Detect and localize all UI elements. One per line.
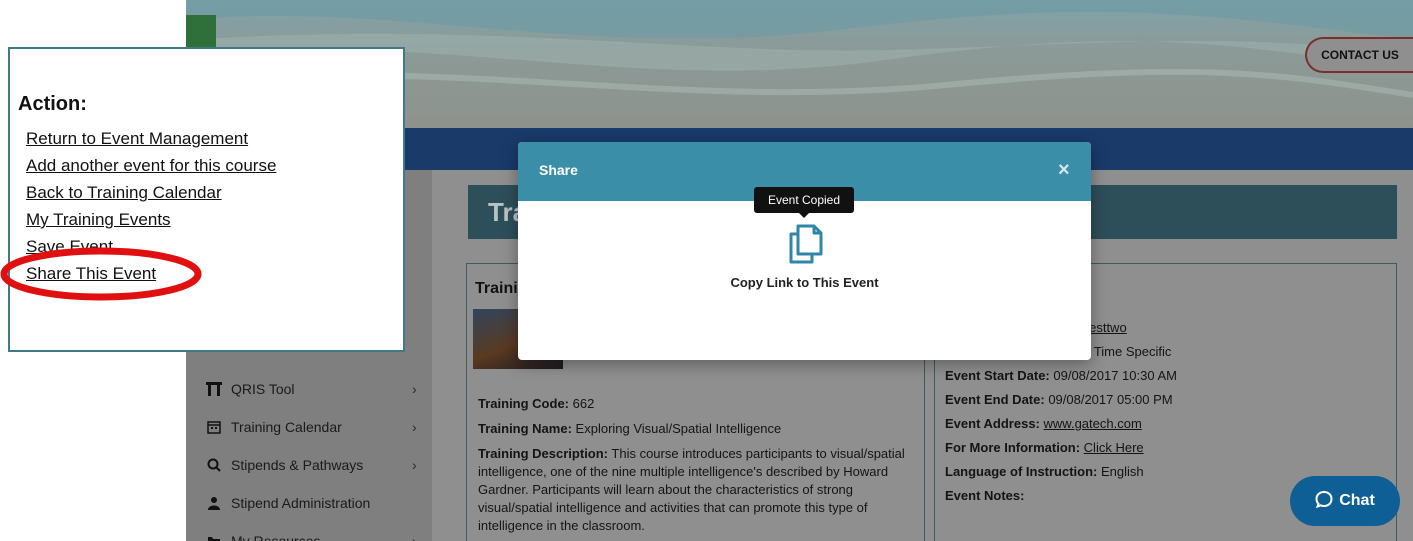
user-admin-icon: [206, 495, 222, 511]
training-description: Training Description: This course introd…: [478, 446, 905, 533]
event-address-link[interactable]: www.gatech.com: [1044, 416, 1142, 431]
folder-icon: [206, 533, 222, 541]
event-end-date: Event End Date: 09/08/2017 05:00 PM: [945, 392, 1173, 407]
add-another-event-link[interactable]: Add another event for this course: [26, 156, 276, 176]
sidebar-item-my-resources[interactable]: My Resources ›: [186, 522, 432, 541]
language-of-instruction: Language of Instruction: English: [945, 464, 1144, 479]
building-icon: [206, 381, 222, 397]
contact-us-button[interactable]: CONTACT US: [1305, 37, 1413, 73]
sidebar-item-qris-tool[interactable]: QRIS Tool ›: [186, 370, 432, 408]
event-copied-tooltip: Event Copied: [754, 187, 854, 213]
action-panel: Action: Return to Event Management Add a…: [8, 47, 405, 352]
chevron-right-icon: ›: [412, 419, 417, 435]
copy-icon: [789, 224, 823, 264]
copy-link-button[interactable]: [786, 222, 826, 266]
chevron-right-icon: ›: [412, 533, 417, 541]
sidebar-item-training-calendar[interactable]: Training Calendar ›: [186, 408, 432, 446]
search-icon: [206, 457, 222, 473]
sidebar-item-label: Stipend Administration: [231, 495, 371, 511]
chat-bubble-icon: [1315, 490, 1333, 513]
training-name: Training Name: Exploring Visual/Spatial …: [478, 421, 782, 436]
chat-button[interactable]: Chat: [1290, 476, 1400, 526]
calendar-icon: [206, 419, 222, 435]
event-start-date: Event Start Date: 09/08/2017 10:30 AM: [945, 368, 1177, 383]
sidebar-item-label: Stipends & Pathways: [231, 457, 364, 473]
highlight-ellipse: [0, 247, 202, 301]
training-code: Training Code: 662: [478, 396, 595, 411]
action-title: Action:: [18, 93, 87, 115]
card-heading: Traini: [475, 280, 518, 297]
sidebar-item-label: My Resources: [231, 533, 321, 541]
event-address: Event Address: www.gatech.com: [945, 416, 1142, 431]
event-notes: Event Notes:: [945, 488, 1025, 503]
tooltip-arrow: [798, 212, 810, 218]
chevron-right-icon: ›: [412, 457, 417, 473]
chevron-right-icon: ›: [412, 381, 417, 397]
close-icon[interactable]: ×: [1058, 160, 1070, 180]
more-information: For More Information: Click Here: [945, 440, 1144, 455]
modal-title: Share: [539, 162, 578, 178]
copy-link-label[interactable]: Copy Link to This Event: [518, 275, 1091, 290]
back-to-training-calendar-link[interactable]: Back to Training Calendar: [26, 183, 222, 203]
share-modal: Share × Copy Link to This Event: [518, 142, 1091, 360]
sidebar-item-label: QRIS Tool: [231, 381, 295, 397]
sidebar-item-stipends-pathways[interactable]: Stipends & Pathways ›: [186, 446, 432, 484]
sidebar-item-label: Training Calendar: [231, 419, 342, 435]
chat-label: Chat: [1339, 492, 1375, 509]
sidebar-item-stipend-administration[interactable]: Stipend Administration: [186, 484, 432, 522]
return-to-event-management-link[interactable]: Return to Event Management: [26, 129, 248, 149]
my-training-events-link[interactable]: My Training Events: [26, 210, 171, 230]
click-here-link[interactable]: Click Here: [1084, 440, 1144, 455]
